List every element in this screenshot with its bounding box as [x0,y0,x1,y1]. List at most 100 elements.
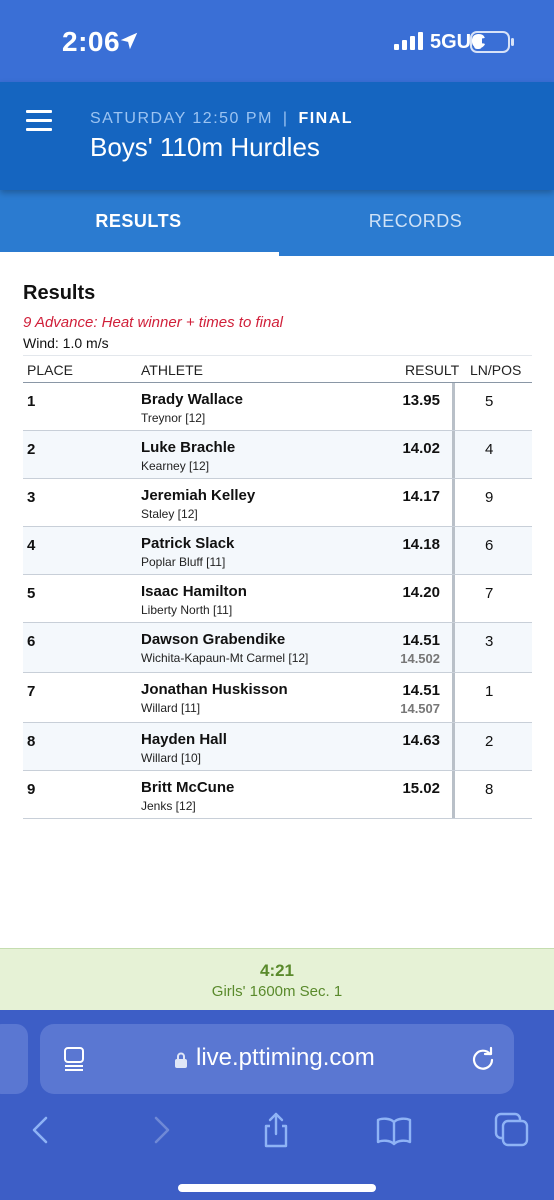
athlete-team: Treynor [12] [141,411,206,425]
wind-reading: Wind: 1.0 m/s [23,335,109,351]
event-title: Boys' 110m Hurdles [90,132,320,162]
tab-results-label: RESULTS [95,211,182,231]
athlete-team: Wichita-Kapaun-Mt Carmel [12] [141,651,309,665]
place-cell: 6 [27,633,36,650]
lane-position: 5 [485,393,494,410]
url-text: live.pttiming.com [196,1044,375,1071]
table-row[interactable]: 7 Jonathan Huskisson Willard [11] 14.51 … [23,673,532,723]
athlete-name[interactable]: Patrick Slack [141,535,234,552]
place-cell: 4 [27,537,36,554]
meta-separator: | [282,110,289,127]
column-divider [452,673,455,722]
lane-position: 2 [485,733,494,750]
up-next-event: Girls' 1600m Sec. 1 [211,983,343,1000]
column-divider [452,479,455,526]
column-divider [452,431,455,478]
battery-icon [470,31,514,53]
table-row[interactable]: 3 Jeremiah Kelley Staley [12] 14.17 9 [23,479,532,527]
athlete-name[interactable]: Jonathan Huskisson [141,681,288,698]
location-arrow-icon [120,32,138,50]
table-row[interactable]: 5 Isaac Hamilton Liberty North [11] 14.2… [23,575,532,623]
result-time: 14.02 [402,440,440,457]
column-header-result: RESULT [405,362,460,378]
status-bar: 2:06 5GUC [0,0,554,82]
tab-records-label: RECORDS [368,211,463,231]
table-row[interactable]: 2 Luke Brachle Kearney [12] 14.02 4 [23,431,532,479]
athlete-name[interactable]: Luke Brachle [141,439,235,456]
screen: 2:06 5GUC SATURDAY 12:50 PM | FINAL Boys… [0,0,554,1200]
table-row[interactable]: 6 Dawson Grabendike Wichita-Kapaun-Mt Ca… [23,623,532,673]
result-time: 14.51 [402,632,440,649]
athlete-name[interactable]: Dawson Grabendike [141,631,285,648]
athlete-team: Willard [11] [141,701,201,715]
athlete-name[interactable]: Brady Wallace [141,391,243,408]
event-status: FINAL [298,110,354,127]
column-header-place: PLACE [27,362,73,378]
tab-records[interactable]: RECORDS [277,190,554,256]
up-next-banner[interactable]: 4:21 Girls' 1600m Sec. 1 [0,948,554,1010]
athlete-name[interactable]: Britt McCune [141,779,234,796]
lane-position: 4 [485,441,494,458]
column-header-lane: LN/POS [470,362,522,378]
home-indicator [178,1184,376,1192]
athlete-team: Willard [10] [141,751,202,765]
athlete-team: Jenks [12] [141,799,196,813]
lane-position: 1 [485,683,494,700]
column-header-athlete: ATHLETE [141,362,203,378]
table-row[interactable]: 8 Hayden Hall Willard [10] 14.63 2 [23,723,532,771]
place-cell: 1 [27,393,36,410]
column-divider [452,723,455,770]
reload-icon[interactable] [470,1046,496,1072]
browser-bar: live.pttiming.com [0,1010,554,1200]
athlete-team: Poplar Bluff [11] [141,555,226,569]
table-row[interactable]: 1 Brady Wallace Treynor [12] 13.95 5 [23,383,532,431]
athlete-team: Liberty North [11] [141,603,233,617]
result-time: 14.17 [402,488,440,505]
result-time: 13.95 [402,392,440,409]
results-table: PLACE ATHLETE RESULT LN/POS 1 Brady Wall… [23,355,532,819]
result-tiebreak-time: 14.502 [400,651,440,666]
tab-results[interactable]: RESULTS [0,190,279,256]
place-cell: 9 [27,781,36,798]
place-cell: 2 [27,441,36,458]
back-arrow-icon[interactable] [24,1112,60,1148]
athlete-name[interactable]: Isaac Hamilton [141,583,247,600]
event-day-time: SATURDAY 12:50 PM [90,110,273,127]
athlete-team: Kearney [12] [141,459,210,473]
lane-position: 8 [485,781,494,798]
place-cell: 8 [27,733,36,750]
place-cell: 3 [27,489,36,506]
share-icon[interactable] [258,1112,294,1148]
athlete-name[interactable]: Jeremiah Kelley [141,487,255,504]
advance-note: 9 Advance: Heat winner + times to final [23,314,283,331]
hamburger-menu-icon[interactable] [26,110,52,132]
tabs-icon[interactable] [494,1112,530,1148]
forward-arrow-icon[interactable] [142,1112,178,1148]
table-row[interactable]: 4 Patrick Slack Poplar Bluff [11] 14.18 … [23,527,532,575]
up-next-time: 4:21 [259,961,295,980]
result-time: 14.18 [402,536,440,553]
table-row[interactable]: 9 Britt McCune Jenks [12] 15.02 8 [23,771,532,819]
results-content: Results 9 Advance: Heat winner + times t… [0,256,554,948]
event-meta: SATURDAY 12:50 PM | FINAL [90,110,353,128]
lane-position: 7 [485,585,494,602]
tab-bar: RESULTS RECORDS [0,190,554,256]
lane-position: 9 [485,489,494,506]
lane-position: 3 [485,633,494,650]
place-cell: 7 [27,683,36,700]
browser-toolbar [0,1102,554,1162]
result-time: 14.20 [402,584,440,601]
previous-tab-card[interactable] [0,1024,28,1094]
result-tiebreak-time: 14.507 [400,701,440,716]
address-bar[interactable]: live.pttiming.com [40,1024,514,1094]
result-time: 14.63 [402,732,440,749]
place-cell: 5 [27,585,36,602]
result-time: 15.02 [402,780,440,797]
results-heading: Results [23,282,96,304]
bookmarks-icon[interactable] [376,1112,412,1148]
signal-icon [394,32,423,50]
athlete-name[interactable]: Hayden Hall [141,731,227,748]
column-divider [452,575,455,622]
column-divider [452,527,455,574]
reader-mode-icon[interactable] [62,1046,86,1072]
